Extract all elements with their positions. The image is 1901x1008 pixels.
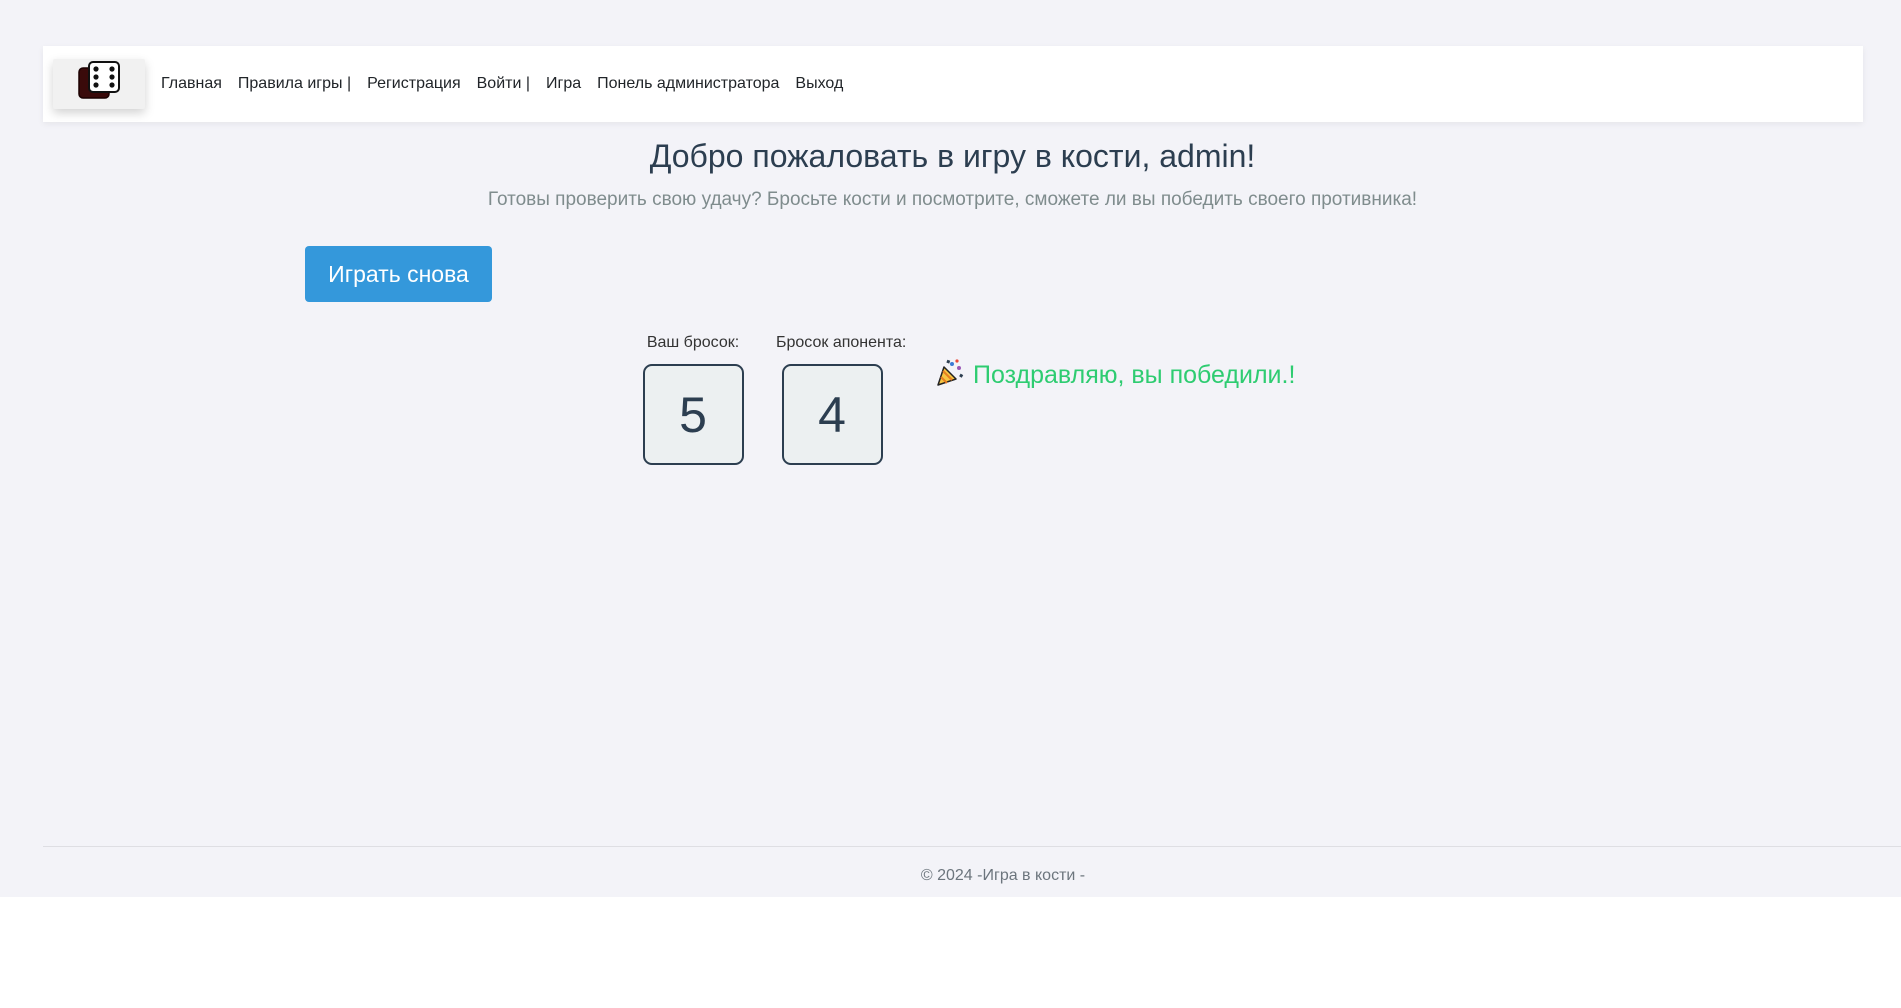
dice-logo-icon [75, 58, 123, 111]
your-roll-die: 5 [642, 364, 744, 465]
footer-divider [43, 846, 1901, 847]
nav-link-game[interactable]: Игра [546, 75, 581, 93]
game-result: Поздравляю, вы победили.! [935, 358, 1295, 393]
page-background [0, 0, 1901, 897]
footer-copyright: © 2024 -Игра в кости - [920, 867, 1086, 884]
party-popper-icon [935, 358, 965, 393]
opponent-roll-section: Бросок апонента: 4 [776, 334, 907, 465]
top-navbar: Главная Правила игры | Регистрация Войти… [43, 46, 1863, 122]
your-roll-label: Ваш бросок: [646, 334, 740, 351]
nav-link-admin-panel[interactable]: Понель администратора [597, 75, 779, 93]
result-message: Поздравляю, вы победили.! [973, 361, 1296, 389]
logo[interactable] [53, 59, 145, 109]
nav-link-register[interactable]: Регистрация [367, 75, 461, 93]
nav-link-logout[interactable]: Выход [795, 75, 843, 93]
play-again-button[interactable]: Играть снова [305, 246, 492, 302]
nav-link-home[interactable]: Главная [161, 75, 222, 93]
nav-link-login[interactable]: Войти | [477, 75, 530, 93]
opponent-roll-label: Бросок апонента: [776, 334, 907, 351]
opponent-roll-die: 4 [781, 364, 883, 465]
page-subtitle: Готовы проверить свою удачу? Бросьте кос… [487, 189, 1418, 210]
your-roll-section: Ваш бросок: 5 [642, 334, 744, 465]
nav-link-rules[interactable]: Правила игры | [238, 75, 351, 93]
page-title: Добро пожаловать в игру в кости, admin! [649, 138, 1256, 174]
nav-links: Главная Правила игры | Регистрация Войти… [161, 75, 859, 93]
